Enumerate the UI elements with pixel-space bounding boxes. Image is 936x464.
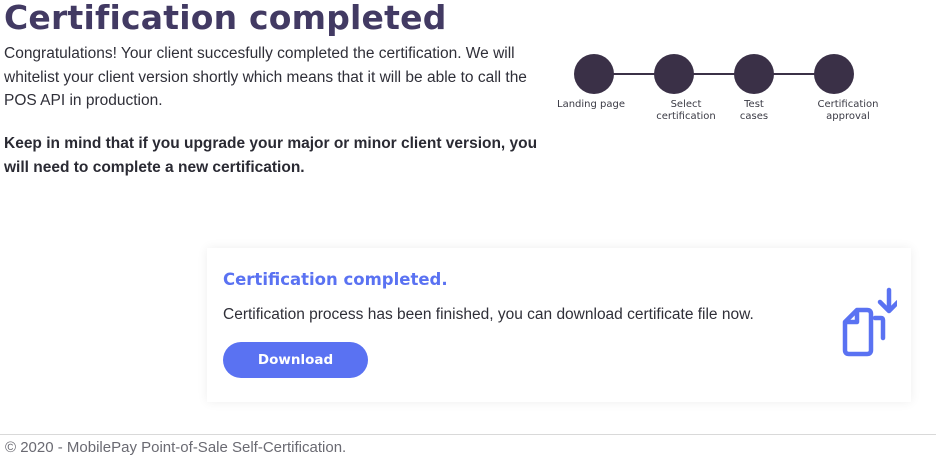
stepper-line xyxy=(594,73,834,75)
step-label-landing: Landing page xyxy=(557,99,626,110)
step-dot-landing xyxy=(574,54,614,94)
step-label-select: Select certification xyxy=(656,99,716,122)
intro-text: Congratulations! Your client succesfully… xyxy=(4,45,527,109)
card-title: Certification completed. xyxy=(223,270,448,289)
card-text: Certification process has been finished,… xyxy=(223,306,754,323)
step-dot-test-cases xyxy=(734,54,774,94)
download-button[interactable]: Download xyxy=(223,342,368,378)
version-note: Keep in mind that if you upgrade your ma… xyxy=(4,135,538,176)
certification-page: Certification completed Congratulations!… xyxy=(0,0,936,464)
certificate-card: Certification completed. Certification p… xyxy=(207,248,911,402)
footer-divider xyxy=(0,434,936,435)
progress-stepper: Landing page Select certification Test c… xyxy=(557,52,890,132)
step-dot-select xyxy=(654,54,694,94)
step-label-approval: Certification approval xyxy=(817,99,879,122)
step-dot-approval xyxy=(814,54,854,94)
step-label-test-cases: Test cases xyxy=(739,99,769,122)
download-file-icon[interactable] xyxy=(825,286,897,358)
footer-text: © 2020 - MobilePay Point-of-Sale Self-Ce… xyxy=(5,439,347,456)
page-title: Certification completed xyxy=(4,0,447,37)
